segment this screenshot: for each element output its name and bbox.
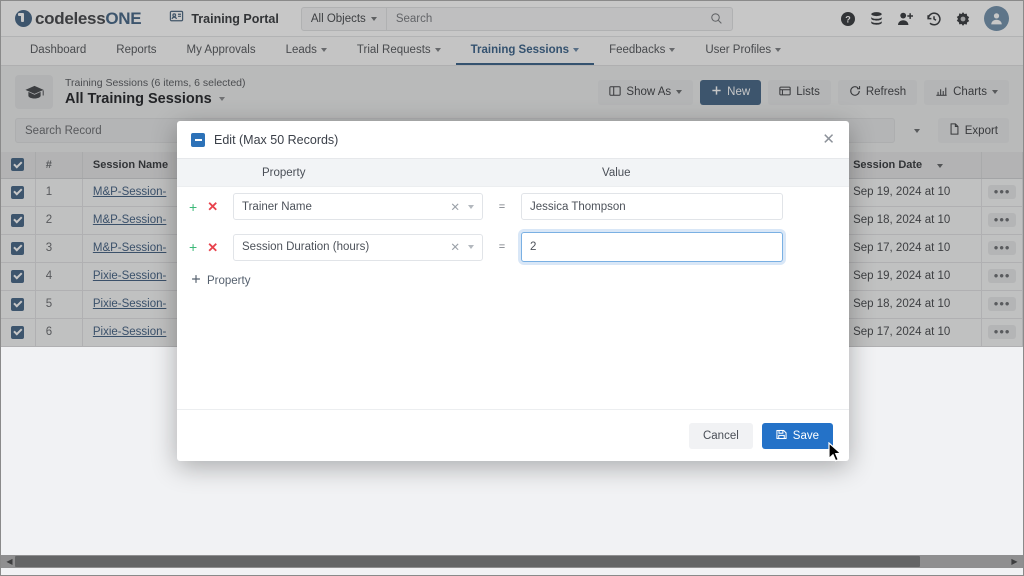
add-row-icon[interactable]: + bbox=[189, 240, 197, 254]
remove-row-icon[interactable]: ✕ bbox=[207, 200, 218, 213]
edit-records-modal: Edit (Max 50 Records) ✕ Property Value +… bbox=[177, 121, 849, 461]
property-column-header: Property bbox=[262, 166, 306, 179]
property-row: + ✕ Session Duration (hours) ✕ = bbox=[177, 226, 849, 268]
add-property-button[interactable]: Property bbox=[177, 268, 849, 287]
clear-icon[interactable]: ✕ bbox=[450, 240, 460, 254]
value-input-trainer-name[interactable] bbox=[521, 193, 783, 220]
property-grid-header: Property Value bbox=[177, 159, 849, 187]
plus-icon bbox=[191, 274, 201, 287]
modal-header: Edit (Max 50 Records) ✕ bbox=[177, 121, 849, 159]
minimize-icon[interactable] bbox=[191, 132, 205, 147]
modal-overlay: Edit (Max 50 Records) ✕ Property Value +… bbox=[1, 1, 1023, 575]
property-select-session-duration[interactable]: Session Duration (hours) ✕ bbox=[233, 233, 483, 261]
row-controls: + ✕ bbox=[189, 240, 233, 254]
save-button[interactable]: Save bbox=[761, 422, 833, 449]
property-select-value: Session Duration (hours) bbox=[242, 241, 370, 253]
save-label: Save bbox=[792, 429, 819, 442]
modal-body: Property Value + ✕ Trainer Name ✕ = Jess… bbox=[177, 159, 849, 409]
chevron-down-icon[interactable] bbox=[468, 245, 474, 249]
property-select-value: Trainer Name bbox=[242, 200, 312, 213]
clear-icon[interactable]: ✕ bbox=[450, 200, 460, 214]
row-controls: + ✕ bbox=[189, 200, 233, 214]
cancel-label: Cancel bbox=[702, 429, 739, 442]
value-column-header: Value bbox=[602, 166, 631, 179]
modal-footer: Cancel Save bbox=[177, 409, 849, 461]
save-disk-icon bbox=[776, 429, 787, 443]
property-row: + ✕ Trainer Name ✕ = bbox=[177, 187, 849, 226]
add-property-label: Property bbox=[207, 274, 251, 287]
cancel-button[interactable]: Cancel bbox=[688, 422, 753, 449]
remove-row-icon[interactable]: ✕ bbox=[207, 241, 218, 254]
equals-sign: = bbox=[498, 241, 506, 253]
property-select-trainer-name[interactable]: Trainer Name ✕ bbox=[233, 193, 483, 220]
add-row-icon[interactable]: + bbox=[189, 200, 197, 214]
equals-sign: = bbox=[498, 200, 506, 213]
chevron-down-icon[interactable] bbox=[468, 204, 474, 209]
mouse-cursor bbox=[828, 441, 844, 469]
close-icon[interactable]: ✕ bbox=[822, 132, 835, 147]
modal-title: Edit (Max 50 Records) bbox=[214, 132, 339, 147]
value-input-session-duration[interactable] bbox=[521, 232, 783, 262]
application-window: codelessONE Training Portal All Objects bbox=[0, 0, 1024, 576]
